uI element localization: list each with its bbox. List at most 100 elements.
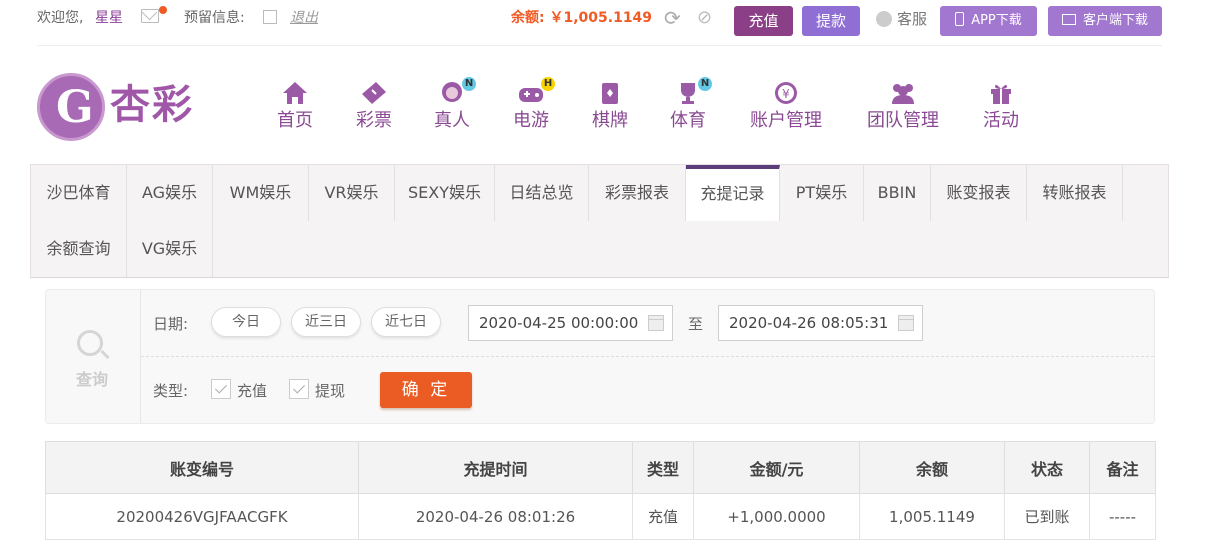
col-header-type: 类型 bbox=[632, 441, 694, 494]
query-side: 查询 bbox=[46, 290, 141, 423]
tab-transfer-report[interactable]: 转账报表 bbox=[1027, 165, 1123, 221]
col-header-id: 账变编号 bbox=[45, 441, 359, 494]
nav-chess[interactable]: 棋牌 bbox=[591, 80, 629, 140]
cell-time: 2020-04-26 08:01:26 bbox=[358, 493, 633, 540]
tab-deposit-withdraw-records[interactable]: 充提记录 bbox=[686, 165, 780, 221]
live-icon: N bbox=[438, 77, 476, 106]
logo-emblem: G bbox=[37, 73, 105, 141]
nav-activity[interactable]: 活动 bbox=[982, 80, 1020, 140]
cell-remark: ----- bbox=[1089, 493, 1156, 540]
nav-account[interactable]: ¥ 账户管理 bbox=[748, 80, 824, 140]
table-row: 20200426VGJFAACGFK 2020-04-26 08:01:26 充… bbox=[45, 493, 1156, 540]
cell-amount: +1,000.0000 bbox=[693, 493, 860, 540]
tab-pt[interactable]: PT娱乐 bbox=[780, 165, 864, 221]
calendar-icon[interactable] bbox=[898, 315, 914, 331]
table-header-row: 账变编号 充提时间 类型 金额/元 余额 状态 备注 bbox=[45, 441, 1156, 494]
logo-text: 杏彩 bbox=[110, 81, 194, 128]
recharge-button[interactable]: 充值 bbox=[734, 6, 793, 36]
type-label: 类型: bbox=[153, 382, 189, 400]
nav-live[interactable]: N 真人 bbox=[433, 77, 476, 140]
trophy-icon: N bbox=[674, 77, 712, 106]
report-tabs: 沙巴体育 AG娱乐 WM娱乐 VR娱乐 SEXY娱乐 日结总览 彩票报表 充提记… bbox=[30, 164, 1169, 278]
col-header-status: 状态 bbox=[1004, 441, 1090, 494]
divider bbox=[141, 356, 1154, 357]
tab-ag[interactable]: AG娱乐 bbox=[127, 165, 213, 221]
col-header-time: 充提时间 bbox=[358, 441, 633, 494]
hide-balance-icon[interactable]: ⊘ bbox=[697, 8, 712, 28]
app-download-label: APP下载 bbox=[971, 13, 1022, 28]
col-header-balance: 余额 bbox=[859, 441, 1005, 494]
date-label: 日期: bbox=[153, 315, 189, 333]
reserve-info-label: 预留信息: bbox=[184, 10, 245, 26]
withdraw-button[interactable]: 提款 bbox=[802, 6, 860, 36]
tab-account-change-report[interactable]: 账变报表 bbox=[931, 165, 1027, 221]
customer-service-link[interactable]: 客服 bbox=[897, 10, 927, 28]
nav-team[interactable]: 团队管理 bbox=[865, 80, 941, 140]
cards-icon bbox=[596, 80, 624, 106]
nav-sports[interactable]: N 体育 bbox=[669, 77, 712, 140]
customer-service-icon[interactable] bbox=[876, 11, 892, 27]
monitor-icon bbox=[1061, 14, 1076, 25]
confirm-button[interactable]: 确 定 bbox=[380, 372, 472, 408]
yen-coin-icon: ¥ bbox=[772, 80, 800, 106]
gamepad-icon: H bbox=[517, 77, 555, 106]
edit-icon[interactable] bbox=[263, 10, 277, 24]
query-panel: 查询 日期: 今日 近三日 近七日 2020-04-25 00:00:00 至 … bbox=[45, 289, 1155, 424]
home-icon bbox=[281, 80, 309, 106]
end-date-value: 2020-04-26 08:05:31 bbox=[729, 314, 889, 332]
records-table: 账变编号 充提时间 类型 金额/元 余额 状态 备注 20200426VGJFA… bbox=[45, 441, 1156, 540]
balance-text: 余额: ￥1,005.1149 bbox=[511, 10, 653, 26]
col-header-remark: 备注 bbox=[1089, 441, 1156, 494]
tab-balance-query[interactable]: 余额查询 bbox=[31, 221, 127, 277]
today-button[interactable]: 今日 bbox=[211, 307, 281, 337]
cell-status: 已到账 bbox=[1004, 493, 1090, 540]
last-7-days-button[interactable]: 近七日 bbox=[371, 307, 441, 337]
top-bar: 欢迎您, 星星 预留信息: 退出 余额: ￥1,005.1149 ⟳ ⊘ 充值 … bbox=[37, 0, 1162, 46]
site-logo[interactable]: G 杏彩 bbox=[37, 73, 209, 141]
recharge-checkbox-label: 充值 bbox=[237, 382, 268, 400]
tab-vg[interactable]: VG娱乐 bbox=[127, 221, 213, 277]
hot-badge: H bbox=[541, 77, 555, 91]
calendar-icon[interactable] bbox=[648, 315, 664, 331]
to-label: 至 bbox=[688, 315, 704, 333]
team-icon bbox=[889, 80, 917, 106]
svg-text:¥: ¥ bbox=[782, 87, 790, 101]
tab-wm[interactable]: WM娱乐 bbox=[213, 165, 309, 221]
client-download-label: 客户端下载 bbox=[1082, 13, 1148, 28]
cell-id: 20200426VGJFAACGFK bbox=[45, 493, 359, 540]
nav-lottery[interactable]: 彩票 bbox=[355, 80, 393, 140]
nav-games[interactable]: H 电游 bbox=[512, 77, 555, 140]
mail-icon[interactable] bbox=[141, 9, 159, 23]
new-badge: N bbox=[462, 77, 476, 91]
end-date-input[interactable]: 2020-04-26 08:05:31 bbox=[718, 305, 923, 341]
recharge-checkbox[interactable] bbox=[211, 379, 231, 399]
withdraw-checkbox[interactable] bbox=[289, 379, 309, 399]
username-link[interactable]: 星星 bbox=[95, 9, 123, 27]
cell-balance: 1,005.1149 bbox=[859, 493, 1005, 540]
start-date-input[interactable]: 2020-04-25 00:00:00 bbox=[468, 305, 673, 341]
col-header-amount: 金额/元 bbox=[693, 441, 860, 494]
client-download-button[interactable]: 客户端下载 bbox=[1048, 6, 1162, 36]
new-badge: N bbox=[698, 77, 712, 91]
refresh-icon[interactable]: ⟳ bbox=[664, 8, 681, 28]
logout-link[interactable]: 退出 bbox=[290, 9, 318, 27]
start-date-value: 2020-04-25 00:00:00 bbox=[479, 314, 639, 332]
tab-sexy[interactable]: SEXY娱乐 bbox=[395, 165, 495, 221]
tab-shaba-sports[interactable]: 沙巴体育 bbox=[31, 165, 127, 221]
gift-icon bbox=[987, 80, 1015, 106]
query-label: 查询 bbox=[76, 370, 109, 389]
nav-home[interactable]: 首页 bbox=[276, 80, 314, 140]
tab-bbin[interactable]: BBIN bbox=[864, 165, 931, 221]
tab-vr[interactable]: VR娱乐 bbox=[309, 165, 395, 221]
lottery-icon bbox=[360, 80, 388, 106]
last-3-days-button[interactable]: 近三日 bbox=[291, 307, 361, 337]
tab-daily-summary[interactable]: 日结总览 bbox=[495, 165, 589, 221]
app-download-button[interactable]: APP下载 bbox=[940, 6, 1037, 36]
withdraw-checkbox-label: 提现 bbox=[315, 382, 346, 400]
cell-type: 充值 bbox=[632, 493, 694, 540]
tab-lottery-report[interactable]: 彩票报表 bbox=[589, 165, 686, 221]
notification-dot bbox=[159, 6, 167, 14]
search-icon bbox=[77, 330, 103, 356]
welcome-text: 欢迎您, bbox=[37, 10, 84, 26]
phone-icon bbox=[955, 12, 965, 26]
